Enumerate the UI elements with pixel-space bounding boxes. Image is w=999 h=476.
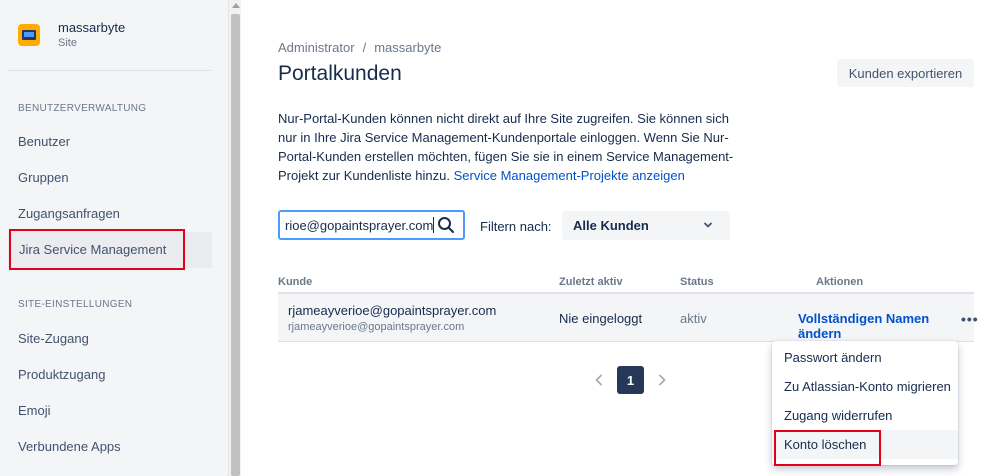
chevron-right-icon[interactable] <box>654 372 670 388</box>
menu-item-change-password[interactable]: Passwort ändern <box>772 343 958 372</box>
filter-selected-value: Alle Kunden <box>573 218 649 233</box>
service-management-projects-link[interactable]: Service Management-Projekte anzeigen <box>454 168 685 183</box>
sidebar-item-verbundene-apps[interactable]: Verbundene Apps <box>8 428 212 464</box>
export-customers-button[interactable]: Kunden exportieren <box>837 59 974 87</box>
pagination: 1 <box>591 366 670 394</box>
sidebar: massarbyte Site BENUTZERVERWALTUNG Benut… <box>0 0 228 476</box>
main-content: Administrator / massarbyte Portalkunden … <box>241 0 999 476</box>
sidebar-item-produktzugang[interactable]: Produktzugang <box>8 356 212 392</box>
scrollbar-thumb[interactable] <box>231 14 240 476</box>
menu-item-revoke-access[interactable]: Zugang widerrufen <box>772 401 958 430</box>
site-switcher[interactable]: massarbyte Site <box>18 20 125 50</box>
more-icon[interactable]: ••• <box>961 311 979 327</box>
sidebar-item-site-zugang[interactable]: Site-Zugang <box>8 320 212 356</box>
chevron-down-icon <box>704 222 712 228</box>
breadcrumb-separator: / <box>362 40 367 55</box>
table-row: rjameayverioe@gopaintsprayer.com rjameay… <box>278 294 978 342</box>
search-value[interactable]: rioe@gopaintsprayer.com <box>285 218 433 233</box>
section-heading-site-settings: SITE-EINSTELLUNGEN <box>18 299 133 310</box>
scroll-up-icon[interactable] <box>232 3 240 8</box>
search-input[interactable]: rioe@gopaintsprayer.com <box>278 210 465 240</box>
site-sub: Site <box>58 37 77 49</box>
sidebar-item-zugangsanfragen[interactable]: Zugangsanfragen <box>8 195 212 231</box>
sidebar-item-emoji[interactable]: Emoji <box>8 392 212 428</box>
search-icon[interactable] <box>437 216 455 234</box>
sidebar-item-benutzer[interactable]: Benutzer <box>8 123 212 159</box>
description: Nur-Portal-Kunden können nicht direkt au… <box>278 109 748 185</box>
menu-item-migrate-atlassian-account[interactable]: Zu Atlassian-Konto migrieren <box>772 372 958 401</box>
change-full-name-link[interactable]: Vollständigen Namen ändern <box>798 311 974 341</box>
sidebar-divider <box>8 70 212 71</box>
column-header-aktionen: Aktionen <box>816 276 864 288</box>
highlight-outline-delete-account <box>774 430 881 466</box>
last-active: Nie eingeloggt <box>559 311 643 326</box>
chevron-left-icon[interactable] <box>591 372 607 388</box>
text-cursor <box>433 217 434 233</box>
section-heading-user-management: BENUTZERVERWALTUNG <box>18 103 147 114</box>
site-name: massarbyte <box>58 20 126 35</box>
customer-email: rjameayverioe@gopaintsprayer.com <box>288 303 497 318</box>
page-button-current[interactable]: 1 <box>617 366 644 394</box>
sidebar-scrollbar[interactable] <box>228 0 241 476</box>
customer-email-sub: rjameayverioe@gopaintsprayer.com <box>288 321 465 333</box>
status: aktiv <box>680 311 707 326</box>
sidebar-item-gruppen[interactable]: Gruppen <box>8 159 212 195</box>
column-header-kunde: Kunde <box>278 276 313 288</box>
breadcrumb-site[interactable]: massarbyte <box>374 40 441 55</box>
site-logo-icon <box>18 24 40 46</box>
column-header-status: Status <box>680 276 714 288</box>
sidebar-item-jira-service-management[interactable]: Jira Service Management <box>9 229 185 270</box>
filter-select[interactable]: Alle Kunden <box>562 211 730 240</box>
page-title: Portalkunden <box>278 62 402 85</box>
breadcrumb: Administrator / massarbyte <box>278 40 441 55</box>
column-header-zuletzt-aktiv: Zuletzt aktiv <box>559 276 623 288</box>
breadcrumb-administrator[interactable]: Administrator <box>278 40 355 55</box>
filter-label: Filtern nach: <box>480 219 552 234</box>
